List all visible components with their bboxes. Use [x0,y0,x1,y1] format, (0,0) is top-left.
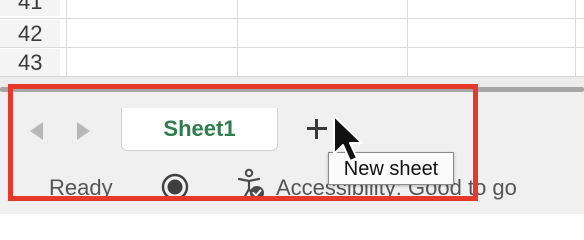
highlight-box [8,84,478,201]
grid-row[interactable]: 42 [0,20,584,48]
grid-line [575,0,576,76]
grid-line [0,18,584,19]
grid-line [66,0,67,76]
grid-row[interactable]: 43 [0,49,584,76]
row-header[interactable]: 42 [0,20,60,48]
grid-row[interactable]: 41 [0,0,584,16]
grid-line [407,0,408,76]
worksheet-grid[interactable]: 41 42 43 [0,0,584,76]
row-header[interactable]: 43 [0,49,60,76]
grid-line [0,47,584,48]
row-header[interactable]: 41 [0,0,60,16]
grid-line [237,0,238,76]
